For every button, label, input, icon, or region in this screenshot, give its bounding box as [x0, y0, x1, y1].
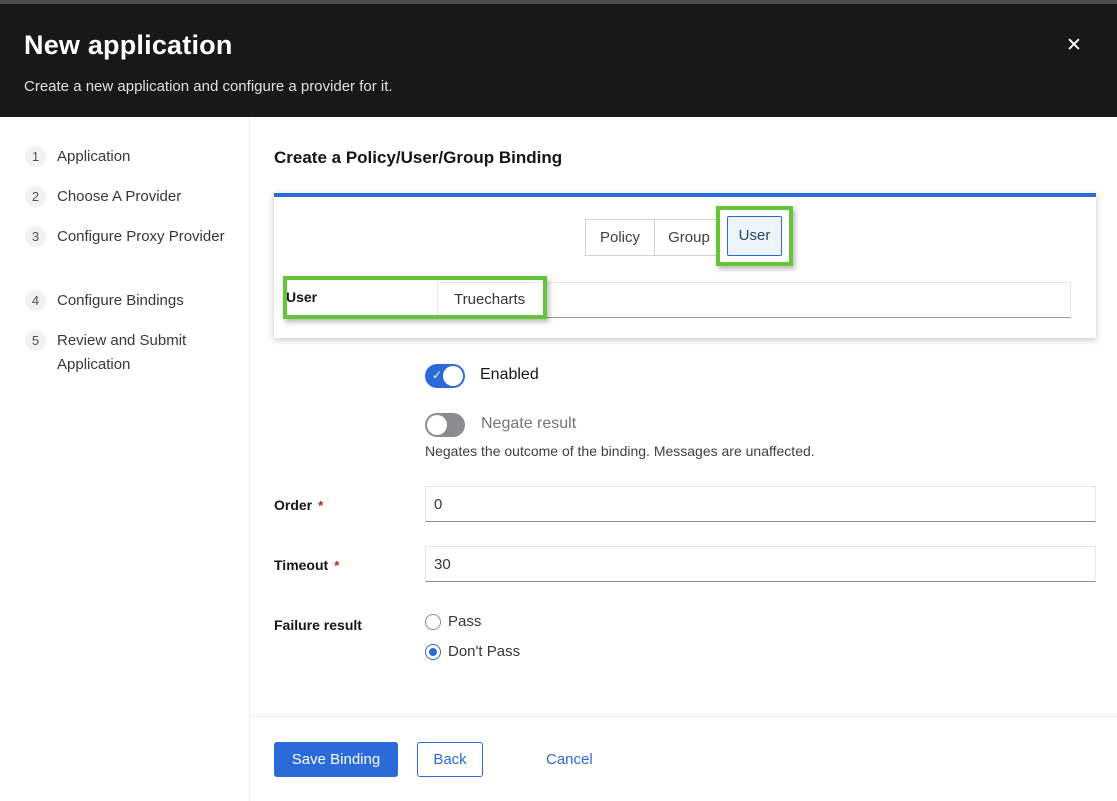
modal-header: New application Create a new application…: [0, 0, 1117, 117]
radio-label: Pass: [448, 613, 481, 630]
step-label: Configure Proxy Provider: [57, 225, 237, 249]
step-number-badge: 1: [25, 146, 46, 167]
sidebar-step-configure-proxy-provider[interactable]: 3 Configure Proxy Provider: [25, 225, 237, 249]
step-label: Choose A Provider: [57, 185, 237, 209]
sidebar-step-choose-provider[interactable]: 2 Choose A Provider: [25, 185, 237, 209]
cancel-link[interactable]: Cancel: [546, 751, 593, 768]
back-button[interactable]: Back: [417, 742, 483, 777]
order-label-text: Order: [274, 497, 312, 513]
toggle-knob: [443, 366, 463, 386]
step-number-badge: 3: [25, 226, 46, 247]
order-input[interactable]: [425, 486, 1096, 522]
enabled-toggle[interactable]: ✓: [425, 364, 465, 388]
modal-title: New application: [24, 30, 233, 61]
required-asterisk: *: [318, 498, 323, 513]
binding-target-card: Policy Group User User Truecharts: [274, 193, 1096, 338]
negate-result-toggle-label: Negate result: [481, 415, 576, 433]
timeout-input[interactable]: [425, 546, 1096, 582]
annotation-box-user-value: [283, 276, 547, 319]
step-number-badge: 4: [25, 290, 46, 311]
step-label: Review and Submit Application: [57, 329, 237, 377]
order-field-label: Order *: [274, 497, 323, 513]
negate-result-help-text: Negates the outcome of the binding. Mess…: [425, 443, 815, 459]
annotation-box-user-tab: User: [716, 206, 793, 266]
sidebar-step-configure-bindings[interactable]: 4 Configure Bindings: [25, 289, 237, 313]
tab-user[interactable]: User: [727, 216, 782, 256]
failure-result-field-label: Failure result: [274, 617, 362, 633]
modal-subtitle: Create a new application and configure a…: [24, 78, 393, 95]
negate-result-toggle[interactable]: [425, 413, 465, 437]
check-icon: ✓: [432, 368, 442, 382]
toggle-knob: [427, 415, 447, 435]
required-asterisk: *: [334, 558, 339, 573]
radio-option-pass[interactable]: Pass: [425, 613, 481, 630]
step-number-badge: 2: [25, 186, 46, 207]
radio-label: Don't Pass: [448, 643, 520, 660]
step-label: Application: [57, 145, 237, 169]
timeout-label-text: Timeout: [274, 557, 328, 573]
timeout-field-label: Timeout *: [274, 557, 339, 573]
footer-divider: [250, 716, 1117, 717]
step-label: Configure Bindings: [57, 289, 237, 313]
radio-circle-checked[interactable]: [425, 644, 441, 660]
new-application-modal: New application Create a new application…: [0, 0, 1117, 801]
step-number-badge: 5: [25, 330, 46, 351]
tab-policy[interactable]: Policy: [585, 219, 655, 256]
binding-type-tab-group: Policy Group: [585, 219, 724, 256]
tab-group[interactable]: Group: [654, 219, 724, 256]
radio-circle-unchecked[interactable]: [425, 614, 441, 630]
save-binding-button[interactable]: Save Binding: [274, 742, 398, 777]
wizard-sidebar: 1 Application 2 Choose A Provider 3 Conf…: [0, 117, 250, 801]
sidebar-step-review-submit[interactable]: 5 Review and Submit Application: [25, 329, 237, 377]
page-title: Create a Policy/User/Group Binding: [274, 148, 562, 168]
enabled-toggle-label: Enabled: [480, 366, 539, 384]
sidebar-step-application[interactable]: 1 Application: [25, 145, 237, 169]
radio-option-dont-pass[interactable]: Don't Pass: [425, 643, 520, 660]
close-icon[interactable]: ✕: [1060, 32, 1088, 60]
